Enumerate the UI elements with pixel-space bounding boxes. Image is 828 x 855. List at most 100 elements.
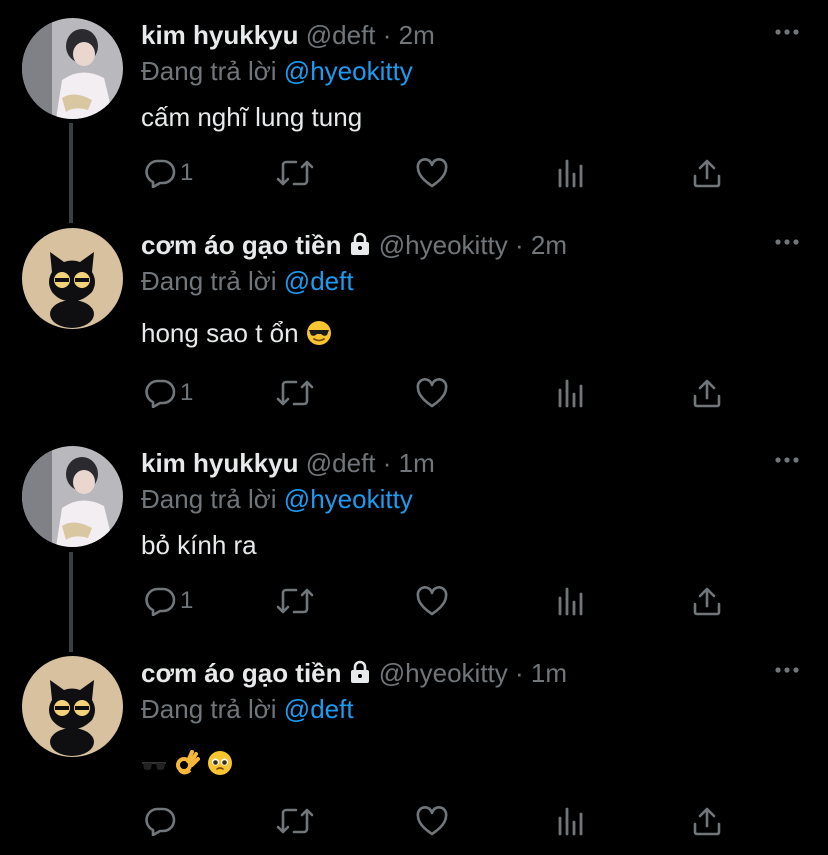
lock-icon [350,232,369,255]
retweet-button[interactable] [276,806,314,836]
like-icon [416,806,448,836]
replying-to-label: Đang trả lời [141,56,277,86]
tweet-header: kim hyukkyu @deft · 2m [141,18,435,52]
retweet-icon [276,380,314,406]
ok-hand-emoji [176,750,201,775]
tweet[interactable]: cơm áo gạo tiền @hyeokitty · 2m Đang trả… [0,228,828,428]
reply-button[interactable]: 1 [144,586,193,616]
reply-icon [145,379,176,408]
share-icon [693,379,721,408]
tweet-header: cơm áo gạo tiền @hyeokitty · 2m [141,228,567,262]
share-icon [693,807,721,836]
like-icon [416,158,448,188]
lock-icon [350,660,369,683]
analytics-button[interactable] [556,806,586,836]
timestamp[interactable]: 2m [531,230,567,260]
share-icon [693,159,721,188]
tweet-body [141,746,233,780]
reply-icon [145,587,176,616]
username[interactable]: @deft [306,20,376,50]
like-button[interactable] [416,158,448,188]
mention-link[interactable]: @deft [284,266,354,296]
tweet[interactable]: cơm áo gạo tiền @hyeokitty · 1m Đang trả… [0,656,828,855]
analytics-icon [558,807,583,836]
reply-count: 1 [180,159,194,186]
username[interactable]: @deft [306,448,376,478]
display-name[interactable]: kim hyukkyu [141,448,299,478]
avatar[interactable] [22,18,123,119]
separator: · [515,230,524,260]
like-button[interactable] [416,586,448,616]
timestamp[interactable]: 2m [399,20,435,50]
tweet[interactable]: kim hyukkyu @deft · 2m Đang trả lời @hye… [0,18,828,218]
tweet-text: cấm nghĩ lung tung [141,102,363,132]
display-name[interactable]: cơm áo gạo tiền [141,230,342,260]
reply-icon [145,807,176,836]
retweet-button[interactable] [276,586,314,616]
analytics-icon [558,587,583,616]
like-icon [416,586,448,616]
display-name[interactable]: kim hyukkyu [141,20,299,50]
sunglasses-face-emoji [306,321,331,345]
more-icon[interactable] [774,24,800,42]
mention-link[interactable]: @hyeokitty [284,484,413,514]
replying-to-label: Đang trả lời [141,266,277,296]
separator: · [382,20,392,50]
more-icon[interactable] [774,452,800,470]
avatar[interactable] [22,446,123,547]
separator: · [515,658,524,688]
tweet[interactable]: kim hyukkyu @deft · 1m Đang trả lời @hye… [0,446,828,646]
analytics-button[interactable] [556,158,586,188]
replying-to-label: Đang trả lời [141,694,277,724]
replying-to: Đang trả lời @deft [141,692,354,726]
share-button[interactable] [692,806,722,836]
share-button[interactable] [692,586,722,616]
replying-to: Đang trả lời @hyeokitty [141,54,413,88]
replying-to: Đang trả lời @hyeokitty [141,482,413,516]
username[interactable]: @hyeokitty [379,658,508,688]
retweet-icon [276,588,314,614]
like-button[interactable] [416,806,448,836]
tweet-text: hong sao t ổn [141,318,299,348]
analytics-icon [558,159,583,188]
action-bar: 1 [0,378,828,412]
retweet-button[interactable] [276,158,314,188]
tweet-text: bỏ kính ra [141,530,257,560]
timestamp[interactable]: 1m [531,658,567,688]
avatar[interactable] [22,656,123,757]
tweet-header: kim hyukkyu @deft · 1m [141,446,435,480]
share-button[interactable] [692,158,722,188]
like-icon [416,378,448,408]
more-icon[interactable] [774,234,800,252]
replying-to: Đang trả lời @deft [141,264,354,298]
retweet-button[interactable] [276,378,314,408]
retweet-icon [276,808,314,834]
more-icon[interactable] [774,662,800,680]
username[interactable]: @hyeokitty [379,230,508,260]
reply-count: 1 [180,587,194,614]
reply-button[interactable] [144,806,180,836]
mention-link[interactable]: @hyeokitty [284,56,413,86]
reply-button[interactable]: 1 [144,378,193,408]
display-name[interactable]: cơm áo gạo tiền [141,658,342,688]
action-bar: 1 [0,158,828,192]
reply-button[interactable]: 1 [144,158,193,188]
replying-to-label: Đang trả lời [141,484,277,514]
mention-link[interactable]: @deft [284,694,354,724]
analytics-button[interactable] [556,586,586,616]
analytics-icon [558,379,583,408]
dark-sunglasses-emoji [142,762,166,770]
tweet-body: hong sao t ổn [141,316,332,350]
share-icon [693,587,721,616]
action-bar: 1 [0,586,828,620]
separator: · [382,448,392,478]
pleading-face-emoji [208,751,233,775]
like-button[interactable] [416,378,448,408]
analytics-button[interactable] [556,378,586,408]
action-bar [0,806,828,840]
retweet-icon [276,160,314,186]
timestamp[interactable]: 1m [399,448,435,478]
reply-icon [145,159,176,188]
share-button[interactable] [692,378,722,408]
avatar[interactable] [22,228,123,329]
